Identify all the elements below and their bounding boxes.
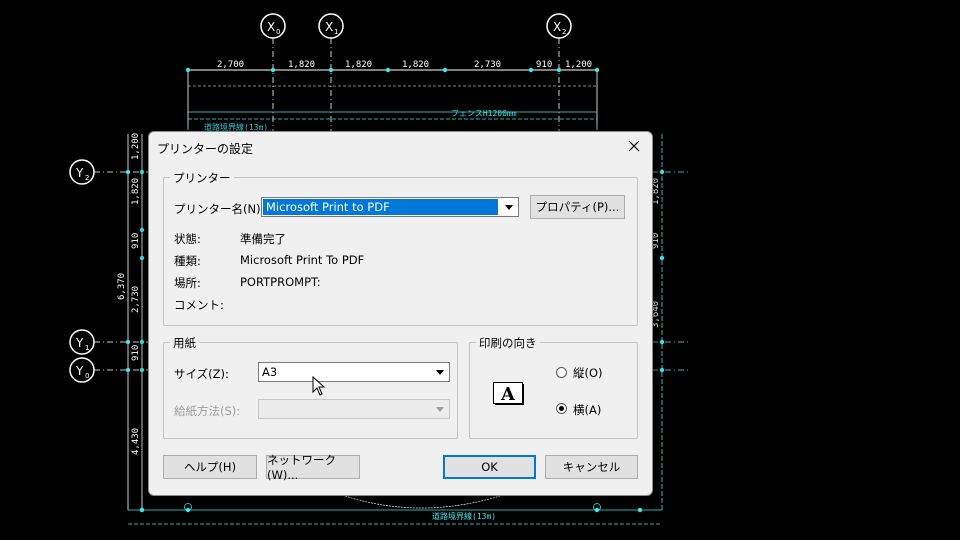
paper-size-select[interactable]: A3 xyxy=(258,362,450,382)
cancel-button[interactable]: キャンセル xyxy=(545,455,638,479)
dropdown-arrow-icon[interactable] xyxy=(432,401,448,417)
svg-text:フェンスH1200mm: フェンスH1200mm xyxy=(451,109,517,118)
paper-group-label: 用紙 xyxy=(170,335,199,351)
printer-name-select[interactable]: Microsoft Print to PDF xyxy=(261,197,519,217)
dropdown-arrow-icon[interactable] xyxy=(501,199,517,215)
help-button[interactable]: ヘルプ(H) xyxy=(163,455,257,479)
svg-text:1,200: 1,200 xyxy=(131,133,141,160)
printer-settings-dialog: プリンターの設定 プリンター プリンター名(N): Microsoft Prin… xyxy=(148,131,653,496)
svg-text:1: 1 xyxy=(334,28,338,36)
status-value: 準備完了 xyxy=(240,232,286,246)
svg-text:2,730: 2,730 xyxy=(474,60,501,70)
svg-text:910: 910 xyxy=(131,345,141,361)
svg-text:道路境界線(13m): 道路境界線(13m) xyxy=(432,511,496,521)
svg-text:1,820: 1,820 xyxy=(345,60,372,70)
svg-text:2: 2 xyxy=(562,28,566,36)
dialog-title: プリンターの設定 xyxy=(157,142,254,156)
size-label: サイズ(Z): xyxy=(174,367,229,381)
printer-name-label: プリンター名(N): xyxy=(174,202,265,216)
dialog-titlebar[interactable]: プリンターの設定 xyxy=(149,132,652,162)
svg-text:1: 1 xyxy=(85,344,89,352)
comment-label: コメント: xyxy=(174,298,224,312)
grid-bubble-y0: Y 0 xyxy=(69,357,95,383)
close-button[interactable] xyxy=(620,134,648,158)
orientation-group-label: 印刷の向き xyxy=(476,335,540,351)
ok-button[interactable]: OK xyxy=(443,455,536,479)
portrait-label[interactable]: 縦(O) xyxy=(573,365,603,381)
landscape-page-icon: A xyxy=(493,382,525,409)
network-button[interactable]: ネットワーク(W)... xyxy=(266,453,360,482)
svg-text:6,370: 6,370 xyxy=(117,273,127,300)
svg-text:1,200: 1,200 xyxy=(565,60,592,70)
svg-text:1,820: 1,820 xyxy=(131,178,141,205)
close-icon xyxy=(628,140,640,152)
svg-text:Y: Y xyxy=(75,364,84,378)
svg-text:1,820: 1,820 xyxy=(288,60,315,70)
svg-text:A: A xyxy=(500,384,516,405)
svg-text:910: 910 xyxy=(131,233,141,249)
grid-bubble-x0: X 0 xyxy=(260,13,286,39)
svg-text:910: 910 xyxy=(536,60,552,70)
svg-text:0: 0 xyxy=(276,28,280,36)
bottom-boundary: 道路境界線(13m) xyxy=(128,495,662,525)
svg-text:4,430: 4,430 xyxy=(131,428,141,455)
svg-text:1,820: 1,820 xyxy=(402,60,429,70)
grid-label-x0: X xyxy=(267,20,275,34)
status-label: 状態: xyxy=(174,232,201,246)
location-value: PORTPROMPT: xyxy=(240,275,321,289)
landscape-radio[interactable] xyxy=(556,403,567,414)
grid-label-x1: X xyxy=(325,20,333,34)
printer-group-label: プリンター xyxy=(170,170,234,186)
top-dimension-line: 2,700 1,820 1,820 1,820 2,730 910 1,200 … xyxy=(185,60,600,132)
svg-text:0: 0 xyxy=(85,372,89,380)
grid-bubble-x2: X 2 xyxy=(546,13,572,39)
source-label: 給紙方法(S): xyxy=(174,404,241,418)
svg-text:Y: Y xyxy=(75,336,84,350)
paper-group: 用紙 xyxy=(163,335,458,439)
grid-label-x2: X xyxy=(553,20,561,34)
grid-bubble-y1: Y 1 xyxy=(69,329,95,355)
svg-text:2: 2 xyxy=(85,174,89,182)
landscape-label[interactable]: 横(A) xyxy=(573,402,601,418)
left-dimension-line: 1,200 1,820 910 2,730 910 4,430 6,370 xyxy=(117,133,145,513)
type-value: Microsoft Print To PDF xyxy=(240,253,365,267)
paper-size-value: A3 xyxy=(262,365,278,379)
printer-name-value: Microsoft Print to PDF xyxy=(263,199,498,215)
portrait-radio[interactable] xyxy=(556,367,567,378)
paper-source-select[interactable] xyxy=(258,399,450,419)
location-label: 場所: xyxy=(174,276,201,290)
dropdown-arrow-icon[interactable] xyxy=(432,364,448,380)
grid-bubble-x1: X 1 xyxy=(318,13,344,39)
svg-text:2,700: 2,700 xyxy=(217,60,244,70)
svg-text:2,730: 2,730 xyxy=(131,286,141,313)
properties-button[interactable]: プロパティ(P)... xyxy=(530,195,625,219)
type-label: 種類: xyxy=(174,254,201,268)
grid-bubble-y2: Y 2 xyxy=(69,159,95,185)
mouse-cursor-icon xyxy=(312,376,326,396)
svg-text:Y: Y xyxy=(75,166,84,180)
